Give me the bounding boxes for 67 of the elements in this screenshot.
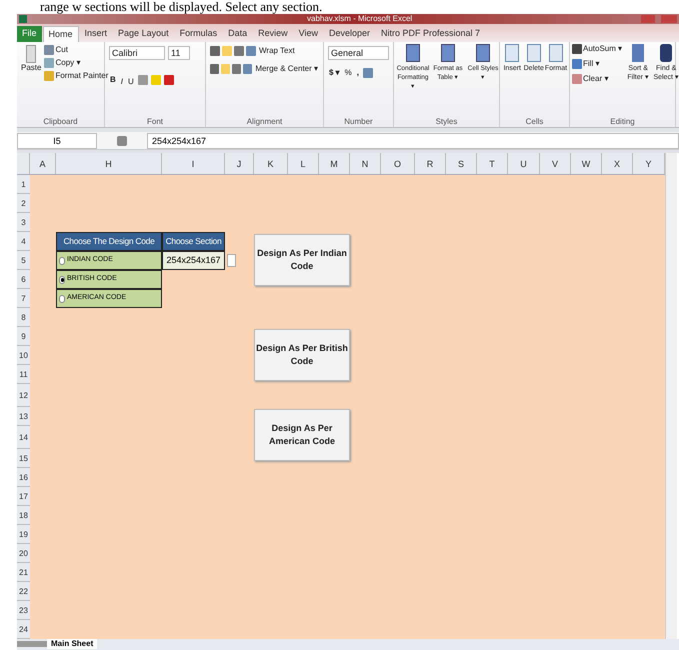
name-box[interactable]: I5 <box>17 132 97 148</box>
currency-button[interactable]: $ ▾ <box>328 68 341 78</box>
ribbon-tab[interactable]: Review <box>253 26 293 42</box>
vertical-scrollbar[interactable] <box>665 153 677 639</box>
file-tab[interactable]: File <box>17 26 42 42</box>
paste-button[interactable]: Paste <box>20 63 42 73</box>
column-header[interactable]: R <box>415 153 446 174</box>
ribbon-tab[interactable]: Nitro PDF Professional 7 <box>376 26 486 42</box>
ribbon-tab[interactable]: View <box>294 26 323 42</box>
ribbon-tab[interactable]: Page Layout <box>113 26 174 42</box>
bold-button[interactable]: B <box>109 75 117 85</box>
ribbon-tab[interactable]: Formulas <box>174 26 222 42</box>
group-label: Clipboard <box>42 117 79 127</box>
autosum-button[interactable]: AutoSum ▾ <box>582 44 624 54</box>
copy-button[interactable]: Copy ▾ <box>54 58 82 68</box>
column-header[interactable]: S <box>446 153 477 174</box>
column-header[interactable]: M <box>319 153 350 174</box>
design-button[interactable]: Design As Per American Code <box>254 409 350 461</box>
wrap-text-button[interactable]: Wrap Text <box>258 46 296 56</box>
ribbon-tab[interactable]: Data <box>223 26 252 42</box>
column-header[interactable]: L <box>288 153 319 174</box>
comma-button[interactable]: , <box>356 68 360 78</box>
percent-button[interactable]: % <box>344 68 353 78</box>
table-header-cell: Choose The Design Code <box>56 232 162 251</box>
merge-center-button[interactable]: Merge & Center ▾ <box>254 64 320 74</box>
ribbon-tab[interactable]: Insert <box>80 26 112 42</box>
number-format-field[interactable]: General <box>328 46 389 60</box>
group-label: Font <box>146 117 164 127</box>
font-size-field[interactable]: 11 <box>168 46 190 60</box>
column-header[interactable]: K <box>254 153 288 174</box>
cut-button[interactable]: Cut <box>54 45 69 55</box>
ribbon-tab[interactable]: Home <box>42 26 79 42</box>
column-header[interactable]: I <box>162 153 225 174</box>
group-label: Cells <box>524 117 544 127</box>
column-header[interactable]: T <box>477 153 508 174</box>
section-cell[interactable]: 254x254x167 <box>162 251 225 270</box>
column-header[interactable]: O <box>381 153 415 174</box>
group-label: Alignment <box>246 117 284 127</box>
dropdown-button[interactable] <box>227 254 236 267</box>
design-button[interactable]: Design As Per British Code <box>254 329 350 381</box>
column-header[interactable]: H <box>56 153 162 174</box>
column-header[interactable]: U <box>508 153 540 174</box>
group-label: Editing <box>609 117 636 127</box>
group-label: Number <box>343 117 374 127</box>
column-header[interactable]: X <box>602 153 633 174</box>
font-name-field[interactable]: Calibri <box>109 46 165 60</box>
sheet-tab[interactable]: Main Sheet <box>47 639 98 649</box>
ribbon-tab[interactable]: Developer <box>324 26 376 42</box>
column-header[interactable]: N <box>350 153 381 174</box>
italic-button[interactable]: I <box>120 77 124 87</box>
clear-button[interactable]: Clear ▾ <box>582 74 610 84</box>
underline-button[interactable]: U <box>127 77 135 87</box>
column-header[interactable]: V <box>540 153 571 174</box>
radio-button[interactable] <box>59 276 65 284</box>
window-title: vabhav.xlsm - Microsoft Excel <box>307 14 412 24</box>
formula-field[interactable]: 254x254x167 <box>147 132 679 148</box>
column-header[interactable]: A <box>30 153 56 174</box>
caption-text: range w sections will be displayed. Select any section. <box>40 0 322 14</box>
format-painter-button[interactable]: Format Painter <box>54 71 110 81</box>
column-header[interactable]: W <box>571 153 602 174</box>
fill-button[interactable]: Fill ▾ <box>582 59 600 69</box>
design-button[interactable]: Design As Per Indian Code <box>254 234 350 286</box>
radio-button[interactable] <box>59 256 65 264</box>
table-header-cell: Choose Section <box>162 232 225 251</box>
group-label: Styles <box>434 117 458 127</box>
radio-button[interactable] <box>59 294 65 302</box>
column-header[interactable]: J <box>225 153 254 174</box>
